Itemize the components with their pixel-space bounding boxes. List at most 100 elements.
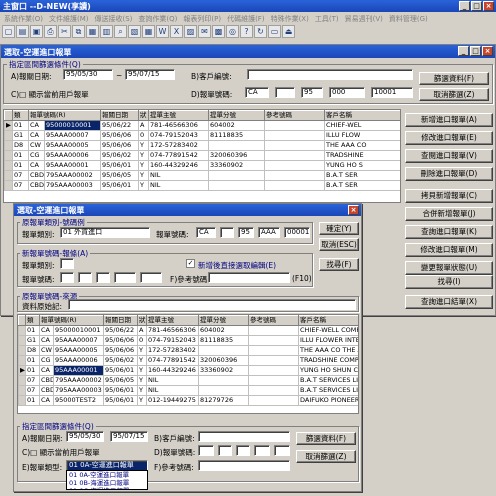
fg-decl-no-3[interactable]: [236, 445, 250, 456]
fg-new-no-5[interactable]: [140, 272, 162, 283]
menu-item[interactable]: 資料管理(G): [389, 14, 428, 23]
bg-query-button[interactable]: 查詢進口結單(X): [405, 295, 493, 309]
fg-no-3[interactable]: 95: [238, 227, 254, 238]
pdf-icon[interactable]: ▨: [184, 25, 197, 38]
help-icon[interactable]: ?: [240, 25, 253, 38]
side-button[interactable]: 變更報單狀態(U): [405, 261, 493, 275]
fg-filter-button[interactable]: 篩選資料(F): [296, 432, 356, 445]
column-header[interactable]: 狀: [138, 110, 149, 121]
fg-find-button[interactable]: 找尋(F): [319, 258, 359, 271]
fg-ref-filter-input[interactable]: [198, 460, 290, 471]
fg-no-2[interactable]: [220, 227, 234, 238]
menu-item[interactable]: 文件維護(M): [49, 14, 89, 23]
column-header[interactable]: 類: [12, 110, 29, 121]
globe-icon[interactable]: ◎: [226, 25, 239, 38]
table-row[interactable]: 01 CG 95AAA00006 95/06/02 Y 074-77891542 32006…: [18, 355, 358, 366]
dropdown-option[interactable]: 01 0A-空運進口報單: [67, 471, 147, 479]
save-icon[interactable]: ▣: [30, 25, 43, 38]
menu-item[interactable]: 查詢作業(Q): [138, 14, 177, 23]
maximize-icon[interactable]: □: [471, 1, 482, 11]
column-header[interactable]: 報單號碼(R): [39, 315, 104, 326]
fg-show-all-label[interactable]: C)□ 顯示當前用戶報單: [22, 447, 100, 458]
side-button[interactable]: 查閱進口報單(V): [405, 149, 493, 163]
menu-item[interactable]: 報表列印(P): [183, 14, 221, 23]
column-header[interactable]: 提單主號: [148, 110, 209, 121]
bg-close-icon[interactable]: ×: [482, 46, 493, 56]
new-icon[interactable]: ▢: [2, 25, 15, 38]
refresh-icon[interactable]: ↻: [254, 25, 267, 38]
bg-decl-no-5[interactable]: 10001: [371, 87, 413, 98]
fg-new-type-input[interactable]: [60, 258, 74, 269]
bg-date-from[interactable]: 95/05/30: [63, 69, 113, 80]
fg-no-4[interactable]: AAA: [258, 227, 280, 238]
side-button[interactable]: 修改進口報單(E): [405, 131, 493, 145]
table-row[interactable]: 01 CA 95000TEST2 95/06/01 Y 012-19449275 81279…: [18, 395, 358, 406]
column-header[interactable]: 客戶名稱: [298, 315, 358, 326]
fg-decl-no-4[interactable]: [254, 445, 270, 456]
print-icon[interactable]: ⎙: [44, 25, 57, 38]
bg-find-button[interactable]: 找尋(I): [405, 275, 493, 289]
fg-date-from[interactable]: 95/05/30: [66, 431, 104, 442]
book-icon[interactable]: ▩: [212, 25, 225, 38]
close-icon[interactable]: ×: [483, 1, 494, 11]
cut-icon[interactable]: ✂: [58, 25, 71, 38]
fg-new-no-4[interactable]: [114, 272, 136, 283]
table-row[interactable]: 01 CG 95AAA00006 95/06/02 Y 074-77891542 32006…: [4, 150, 400, 161]
fg-new-no-1[interactable]: [60, 272, 74, 283]
find-icon[interactable]: ⌕: [114, 25, 127, 38]
column-header[interactable]: 報關日期: [100, 110, 139, 121]
bg-filter-button[interactable]: 篩選資料(F): [419, 72, 489, 85]
exit-icon[interactable]: ⏏: [282, 25, 295, 38]
table-row[interactable]: 07 CBD 795AAA00003 95/06/01 Y NIL B.A.T SER: [4, 180, 400, 191]
fg-type-value[interactable]: 01 外貨進口: [60, 227, 150, 238]
column-header[interactable]: 客戶名稱: [324, 110, 400, 121]
doc-icon[interactable]: ▥: [100, 25, 113, 38]
word-icon[interactable]: W: [156, 25, 169, 38]
bg-importer-input[interactable]: [247, 69, 413, 80]
column-header[interactable]: 報關日期: [103, 315, 138, 326]
fg-cancel-filter-button[interactable]: 取消篩選(Z): [296, 450, 356, 463]
open-icon[interactable]: ▤: [16, 25, 29, 38]
column-header[interactable]: 提單分號: [208, 110, 265, 121]
column-header[interactable]: 提單分號: [198, 315, 249, 326]
copy-icon[interactable]: ⧉: [72, 25, 85, 38]
bg-show-all-label[interactable]: C)□ 顯示當前用戶報單: [11, 89, 89, 100]
table-row[interactable]: G1 CA 95AAA00007 95/06/06 0 074-79152043 81118…: [4, 130, 400, 141]
fg-cancel-button[interactable]: 取消(ESC): [319, 238, 359, 251]
column-header[interactable]: 狀: [137, 315, 147, 326]
excel-icon[interactable]: X: [170, 25, 183, 38]
menu-item[interactable]: 傳送接收(S): [95, 14, 133, 23]
menu-item[interactable]: 工具(T): [315, 14, 339, 23]
stats-icon[interactable]: ▧: [128, 25, 141, 38]
column-header[interactable]: 提單主號: [146, 315, 199, 326]
table-row[interactable]: 07CBD795AAA0000395/06/01YNIL B.A.T SERVIC…: [18, 385, 358, 396]
column-header[interactable]: 類: [25, 315, 40, 326]
bg-decl-no-4[interactable]: 000: [329, 87, 365, 98]
bg-cancel-filter-button[interactable]: 取消篩選(Z): [419, 88, 489, 101]
fg-new-no-2[interactable]: [78, 272, 92, 283]
table-row[interactable]: ▶ 01 CA 95AAA00001 95/06/01 Y 160-44329246 3336…: [18, 365, 358, 376]
dropdown-option[interactable]: 01 0B-海運進口報單: [67, 479, 147, 487]
bg-maximize-icon[interactable]: □: [470, 46, 481, 56]
menu-item[interactable]: 系統作業(O): [4, 14, 43, 23]
fg-auto-check[interactable]: ✓: [186, 259, 195, 268]
fg-importer-input[interactable]: [198, 431, 290, 442]
menu-item[interactable]: 貿易週刊(V): [345, 14, 383, 23]
table-row[interactable]: 07 CBD 795AAA00002 95/06/05 Y NIL B.A.T SER: [4, 170, 400, 181]
fg-decl-no-5[interactable]: [274, 445, 290, 456]
fg-ref-input[interactable]: [208, 272, 290, 283]
fg-decl-no-2[interactable]: [218, 445, 232, 456]
fg-no-5[interactable]: 00001: [284, 227, 310, 238]
minimize-icon[interactable]: _: [459, 1, 470, 11]
table-row[interactable]: ▶ 01 CA 95000010001 95/06/22 A 781-46566306 604…: [4, 120, 400, 131]
calc-icon[interactable]: ▦: [142, 25, 155, 38]
fg-lookup-input[interactable]: [68, 299, 356, 310]
side-button[interactable]: 拷貝新增報單(C): [405, 189, 493, 203]
side-button[interactable]: 修改進口報單(M): [405, 243, 493, 257]
dropdown-option[interactable]: 01 0C-海運進口報單: [67, 487, 147, 489]
table-row[interactable]: G1 CA 95AAA00007 95/06/06 0 074-79152043 81118…: [18, 335, 358, 346]
bg-decl-no-1[interactable]: CA: [245, 87, 269, 98]
fg-no-1[interactable]: CA: [196, 227, 216, 238]
column-header[interactable]: 報單號碼(R): [28, 110, 101, 121]
fg-close-icon[interactable]: ×: [348, 205, 359, 215]
